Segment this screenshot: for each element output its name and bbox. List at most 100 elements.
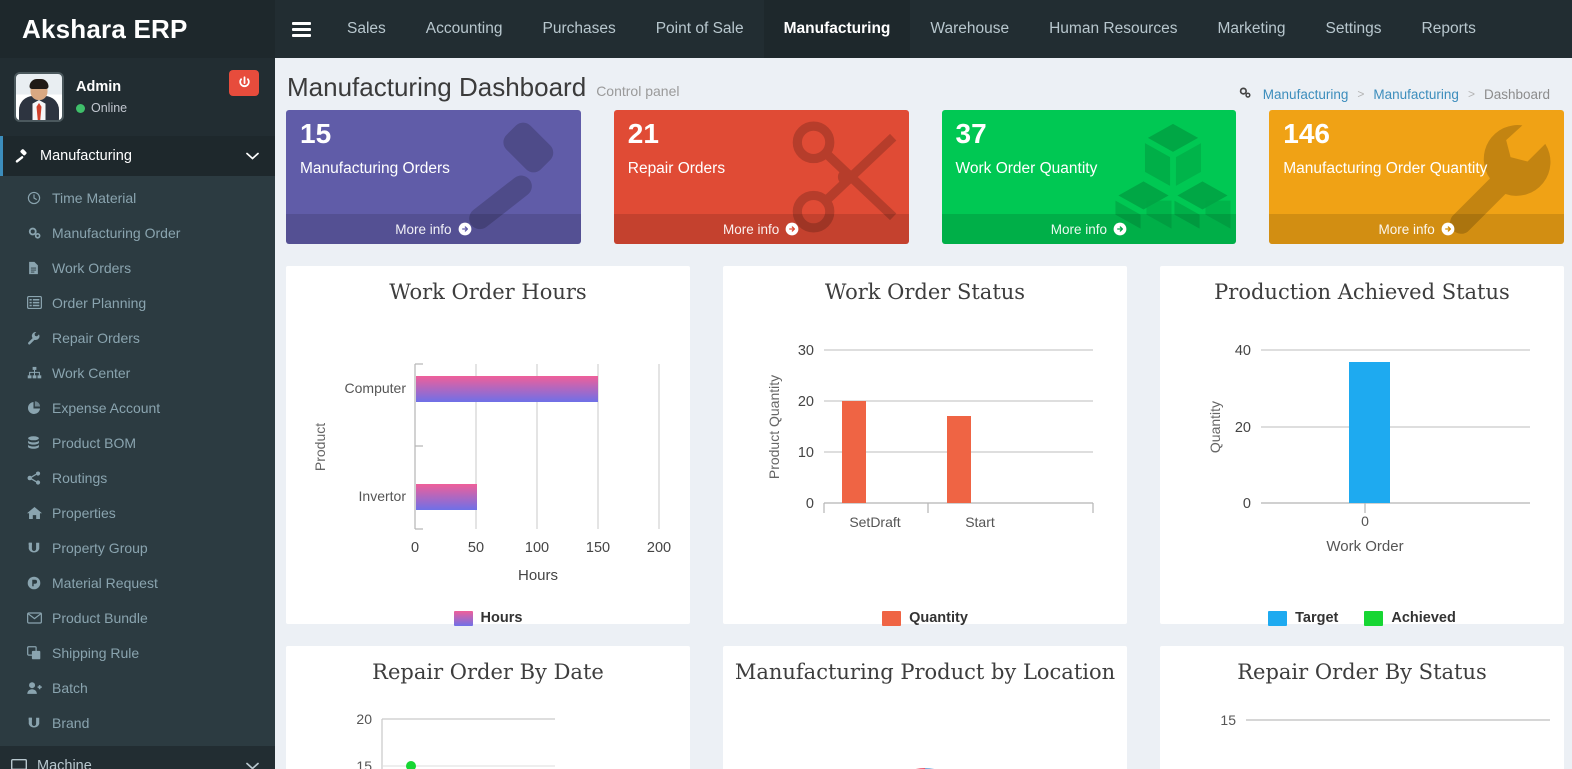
breadcrumb-current: Dashboard bbox=[1483, 86, 1550, 102]
sidebar-item-material-request[interactable]: Material Request bbox=[0, 565, 275, 600]
svg-text:0: 0 bbox=[806, 496, 814, 512]
svg-text:0: 0 bbox=[1361, 513, 1369, 529]
stat-card-manufacturing-orders[interactable]: 15 Manufacturing Orders More info bbox=[286, 110, 581, 244]
sidebar-item-properties[interactable]: Properties bbox=[0, 495, 275, 530]
chart-manufacturing-product-by-location[interactable] bbox=[733, 700, 1117, 769]
stat-card-work-order-quantity[interactable]: 37 Work Order Quantity More info bbox=[941, 110, 1237, 244]
nav-item-manufacturing[interactable]: Manufacturing bbox=[763, 0, 911, 58]
online-dot-icon bbox=[76, 103, 85, 113]
nav-item-settings[interactable]: Settings bbox=[1306, 0, 1402, 58]
svg-text:10: 10 bbox=[798, 445, 814, 461]
product-hunt-icon bbox=[27, 576, 52, 590]
nav-item-purchases[interactable]: Purchases bbox=[522, 0, 635, 58]
arrow-circle-right-icon bbox=[458, 222, 471, 236]
logout-button[interactable] bbox=[229, 70, 259, 96]
stat-card-manufacturing-order-quantity[interactable]: 146 Manufacturing Order Quantity More in… bbox=[1269, 110, 1564, 244]
sidebar-section-machine[interactable]: Machine bbox=[0, 746, 275, 769]
chart-repair-order-by-status[interactable]: 15 10 bbox=[1170, 694, 1554, 769]
svg-text:15: 15 bbox=[1220, 712, 1236, 728]
nav-item-warehouse[interactable]: Warehouse bbox=[910, 0, 1029, 58]
sidebar-item-routings[interactable]: Routings bbox=[0, 460, 275, 495]
clone-icon bbox=[27, 645, 52, 660]
more-info-label: More info bbox=[722, 221, 780, 237]
sidebar-item-brand[interactable]: Brand bbox=[0, 705, 275, 740]
wrench-icon bbox=[27, 331, 52, 345]
sidebar-toggle-button[interactable] bbox=[275, 0, 327, 58]
sidebar-item-label: Shipping Rule bbox=[52, 644, 140, 661]
chart-card-manufacturing-product-by-location: Manufacturing Product by Location bbox=[723, 646, 1127, 769]
sidebar-item-label: Expense Account bbox=[52, 399, 161, 416]
brand-logo[interactable]: Akshara ERP bbox=[0, 0, 275, 58]
legend-label: Quantity bbox=[909, 610, 968, 627]
nav-item-human-resources[interactable]: Human Resources bbox=[1029, 0, 1197, 58]
svg-text:15: 15 bbox=[356, 758, 372, 769]
chart-card-work-order-hours: Work Order Hours Computer Invertor Produ… bbox=[286, 266, 690, 626]
legend-swatch bbox=[1364, 610, 1384, 626]
chart-title: Repair Order By Date bbox=[372, 660, 604, 684]
svg-text:Start: Start bbox=[965, 514, 995, 530]
chart-production-achieved-status[interactable]: 40 20 0 Quantity 0 Work Order bbox=[1170, 314, 1554, 604]
more-info-link[interactable]: More info bbox=[941, 214, 1237, 244]
stat-label: Repair Orders bbox=[627, 160, 726, 177]
more-info-link[interactable]: More info bbox=[613, 214, 909, 244]
nav-item-sales[interactable]: Sales bbox=[327, 0, 406, 58]
sidebar-section-label: Machine bbox=[37, 758, 92, 769]
stat-card-repair-orders[interactable]: 21 Repair Orders More info bbox=[613, 110, 909, 244]
sidebar-item-expense-account[interactable]: Expense Account bbox=[0, 390, 275, 425]
breadcrumb: Manufacturing > Manufacturing > Dashboar… bbox=[1238, 86, 1550, 102]
sidebar-item-product-bom[interactable]: Product BOM bbox=[0, 425, 275, 460]
more-info-link[interactable]: More info bbox=[286, 214, 581, 244]
sidebar-item-manufacturing-order[interactable]: Manufacturing Order bbox=[0, 215, 275, 250]
chart-title: Work Order Hours bbox=[389, 280, 587, 304]
arrow-circle-right-icon bbox=[1113, 222, 1127, 236]
svg-text:20: 20 bbox=[1235, 420, 1251, 436]
breadcrumb-separator: > bbox=[1357, 87, 1365, 101]
nav-item-marketing[interactable]: Marketing bbox=[1197, 0, 1305, 58]
chart-repair-order-by-date[interactable]: 20 15 bbox=[296, 694, 680, 769]
svg-text:SetDraft: SetDraft bbox=[849, 514, 900, 530]
chart-card-production-achieved-status: Production Achieved Status 40 20 0 Quant… bbox=[1160, 266, 1564, 626]
chart-row-1: Work Order Hours Computer Invertor Produ… bbox=[275, 244, 1572, 626]
sidebar-item-repair-orders[interactable]: Repair Orders bbox=[0, 320, 275, 355]
more-info-link[interactable]: More info bbox=[1269, 214, 1564, 244]
breadcrumb-link-1[interactable]: Manufacturing bbox=[1373, 87, 1459, 102]
arrow-circle-right-icon bbox=[785, 222, 799, 236]
nav-item-point-of-sale[interactable]: Point of Sale bbox=[636, 0, 764, 58]
sidebar-section-manufacturing[interactable]: Manufacturing bbox=[0, 136, 275, 176]
power-off-icon bbox=[238, 75, 250, 87]
sidebar-item-work-orders[interactable]: Work Orders bbox=[0, 250, 275, 285]
sidebar-item-label: Property Group bbox=[52, 539, 148, 556]
sidebar-item-label: Time Material bbox=[52, 189, 137, 206]
legend-item-achieved[interactable]: Achieved bbox=[1364, 610, 1456, 626]
nav-item-accounting[interactable]: Accounting bbox=[406, 0, 523, 58]
breadcrumb-link-0[interactable]: Manufacturing bbox=[1263, 87, 1349, 102]
sidebar-item-work-center[interactable]: Work Center bbox=[0, 355, 275, 390]
legend-item-quantity[interactable]: Quantity bbox=[882, 610, 968, 626]
svg-text:150: 150 bbox=[586, 540, 610, 556]
legend-item-hours[interactable]: Hours bbox=[453, 610, 522, 626]
share-alt-icon bbox=[27, 470, 52, 485]
sidebar-item-property-group[interactable]: Property Group bbox=[0, 530, 275, 565]
sidebar-item-product-bundle[interactable]: Product Bundle bbox=[0, 600, 275, 635]
desktop-icon bbox=[11, 759, 37, 769]
sidebar-item-label: Material Request bbox=[52, 574, 158, 591]
sidebar-item-shipping-rule[interactable]: Shipping Rule bbox=[0, 635, 275, 670]
sidebar-item-time-material[interactable]: Time Material bbox=[0, 180, 275, 215]
legend-item-target[interactable]: Target bbox=[1268, 610, 1338, 626]
chart-work-order-hours[interactable]: Computer Invertor Product 0 50 100 150 2… bbox=[296, 314, 680, 604]
svg-text:Product Quantity: Product Quantity bbox=[766, 375, 782, 479]
chevron-down-icon bbox=[246, 759, 259, 769]
chart-work-order-status[interactable]: 30 20 10 0 Product Quantity SetDraft Sta… bbox=[733, 314, 1117, 604]
cogs-icon bbox=[27, 226, 52, 240]
sidebar: Akshara ERP Admin Online Manufacturing T… bbox=[0, 0, 275, 769]
user-name: Admin bbox=[76, 79, 122, 95]
sidebar-item-order-planning[interactable]: Order Planning bbox=[0, 285, 275, 320]
sidebar-item-batch[interactable]: Batch bbox=[0, 670, 275, 705]
sidebar-item-label: Properties bbox=[52, 504, 116, 521]
sidebar-item-label: Manufacturing Order bbox=[52, 224, 181, 241]
svg-text:100: 100 bbox=[525, 540, 549, 556]
sidebar-menu: Manufacturing Time Material Manufacturin… bbox=[0, 136, 275, 769]
chart-title: Work Order Status bbox=[824, 280, 1026, 304]
sitemap-icon bbox=[27, 366, 52, 380]
nav-item-reports[interactable]: Reports bbox=[1402, 0, 1496, 58]
